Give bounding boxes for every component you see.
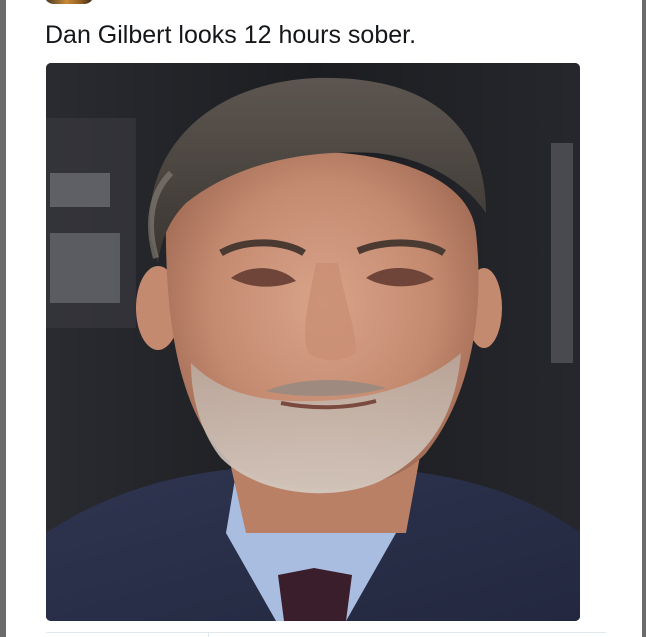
tweet-photo[interactable] [46, 63, 580, 621]
avatar[interactable] [44, 0, 94, 4]
tweet-text: Dan Gilbert looks 12 hours sober. [45, 21, 417, 49]
window-edge-left [0, 0, 6, 637]
footer-tick [208, 632, 209, 637]
tweet-card: Dan Gilbert looks 12 hours sober. [0, 0, 646, 637]
footer-divider [46, 632, 606, 633]
backdrop-sign-right [551, 143, 573, 363]
window-edge-right [642, 0, 646, 637]
tie [278, 568, 352, 621]
